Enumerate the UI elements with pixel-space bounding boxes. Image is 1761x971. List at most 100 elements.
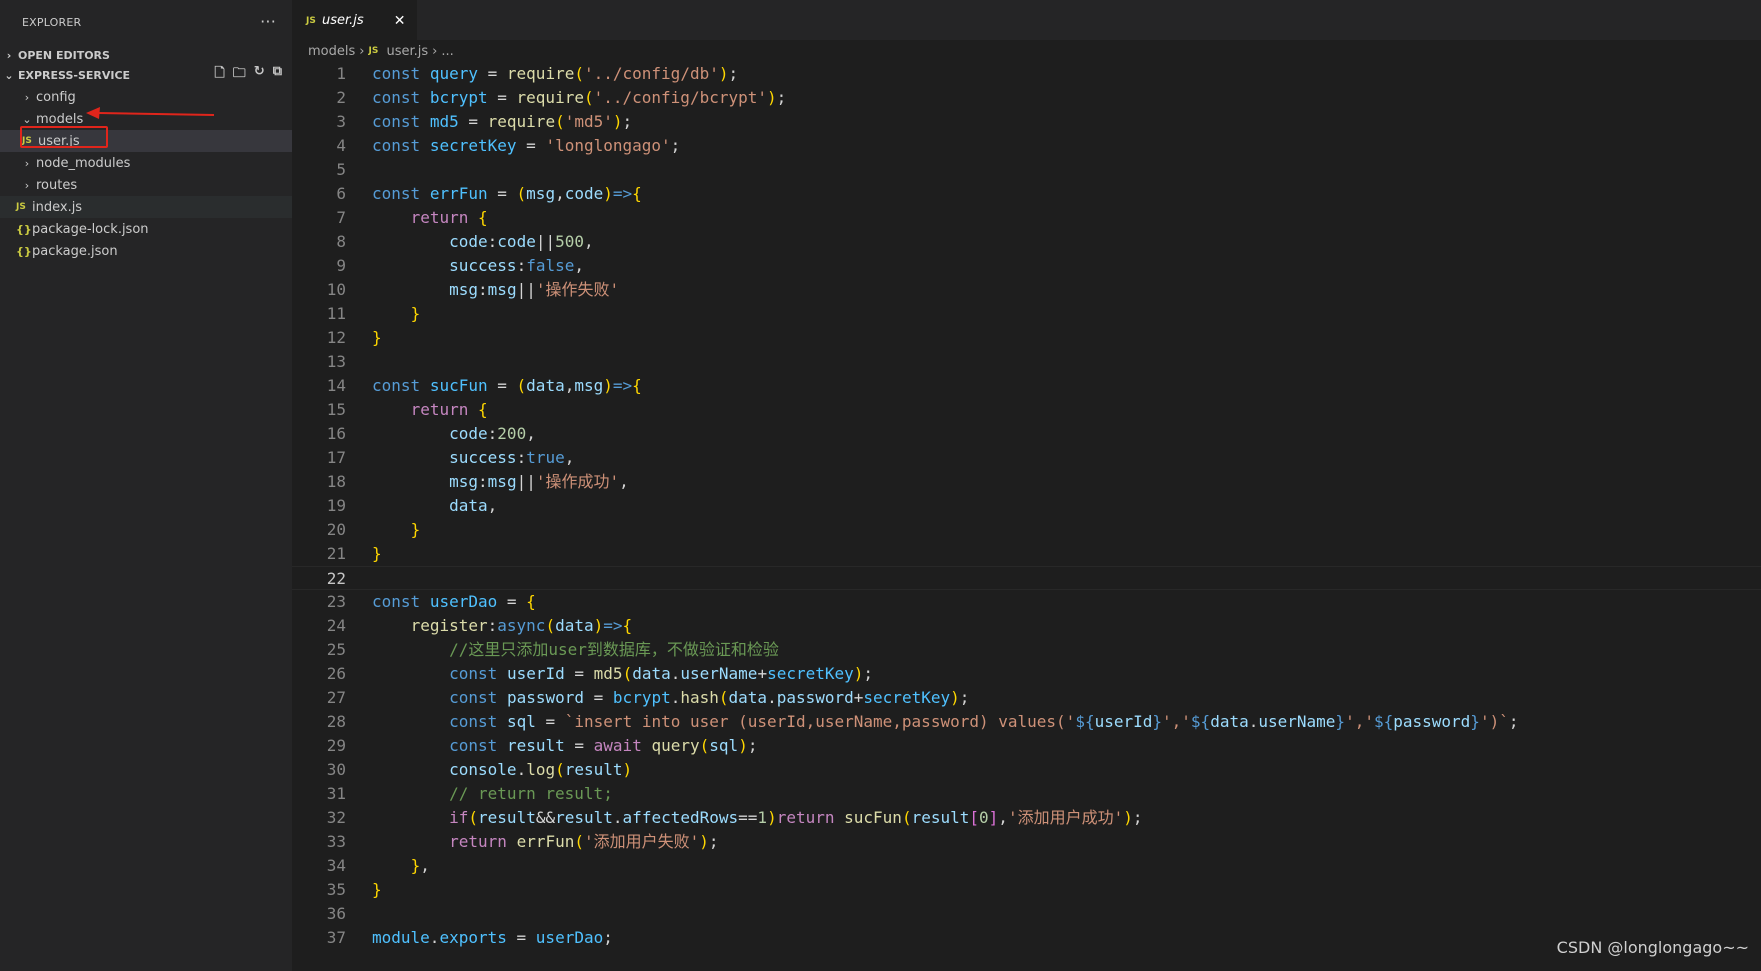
code-text: module.exports = userDao; <box>372 928 613 947</box>
line-number: 35 <box>326 880 346 899</box>
code-line[interactable]: 17 success:true, <box>292 446 1761 470</box>
tree-item[interactable]: JS index.js <box>0 196 292 218</box>
code-line[interactable]: 13 <box>292 350 1761 374</box>
code-text: success:false, <box>449 256 585 275</box>
tree-item[interactable]: › node_modules <box>0 152 292 174</box>
code-text: const secretKey = 'longlongago'; <box>372 136 681 155</box>
explorer-title: EXPLORER <box>22 15 82 29</box>
explorer-actions: 🗋 🗀 ↻ ⧉ <box>214 64 282 86</box>
code-line[interactable]: 11 } <box>292 302 1761 326</box>
project-section[interactable]: ⌄ EXPRESS-SERVICE 🗋 🗀 ↻ ⧉ <box>0 64 292 86</box>
code-line[interactable]: 23 const userDao = { <box>292 590 1761 614</box>
code-line[interactable]: 2 const bcrypt = require('../config/bcryp… <box>292 86 1761 110</box>
code-text: const userId = md5(data.userName+secretK… <box>449 664 874 683</box>
tree-item[interactable]: › routes <box>0 174 292 196</box>
line-number: 32 <box>326 808 346 827</box>
tree-item[interactable]: {} package.json <box>0 240 292 262</box>
line-number: 9 <box>336 256 346 275</box>
json-file-icon: {} <box>16 222 32 236</box>
code-text: const errFun = (msg,code)=>{ <box>372 184 642 203</box>
tab-label: user.js <box>322 13 364 28</box>
line-number: 3 <box>336 112 346 131</box>
line-number: 6 <box>336 184 346 203</box>
code-line[interactable]: 30 console.log(result) <box>292 758 1761 782</box>
tree-item-label: package.json <box>32 243 118 259</box>
line-number: 26 <box>326 664 346 683</box>
line-number: 18 <box>326 472 346 491</box>
breadcrumb-more[interactable]: ... <box>441 44 453 59</box>
code-text: const sql = `insert into user (userId,us… <box>449 712 1519 731</box>
line-number: 12 <box>326 328 346 347</box>
code-line[interactable]: 3 const md5 = require('md5'); <box>292 110 1761 134</box>
code-line[interactable]: 34 }, <box>292 854 1761 878</box>
code-line[interactable]: 1 const query = require('../config/db'); <box>292 62 1761 86</box>
code-text: } <box>410 304 421 323</box>
code-text: // return result; <box>449 784 613 803</box>
code-line[interactable]: 10 msg:msg||'操作失败' <box>292 278 1761 302</box>
code-text: data, <box>449 496 498 515</box>
line-number: 7 <box>336 208 346 227</box>
line-number: 17 <box>326 448 346 467</box>
code-text: code:code||500, <box>449 232 594 251</box>
tree-item-label: index.js <box>32 199 83 215</box>
breadcrumb-models[interactable]: models <box>308 44 355 59</box>
annotation-highlight-box <box>20 126 108 148</box>
tree-item-label: node_modules <box>36 155 131 171</box>
line-number: 25 <box>326 640 346 659</box>
code-text: } <box>372 328 382 347</box>
code-line[interactable]: 29 const result = await query(sql); <box>292 734 1761 758</box>
code-line[interactable]: 21} <box>292 542 1761 566</box>
code-line[interactable]: 5 <box>292 158 1761 182</box>
line-number: 27 <box>326 688 346 707</box>
code-line[interactable]: 9 success:false, <box>292 254 1761 278</box>
code-line[interactable]: 31 // return result; <box>292 782 1761 806</box>
code-line[interactable]: 27 const password = bcrypt.hash(data.pas… <box>292 686 1761 710</box>
code-line[interactable]: 22 <box>292 566 1761 590</box>
code-line[interactable]: 8 code:code||500, <box>292 230 1761 254</box>
code-line[interactable]: 36 <box>292 902 1761 926</box>
code-line[interactable]: 25 //这里只添加user到数据库，不做验证和检验 <box>292 638 1761 662</box>
watermark: CSDN @longlongago~~ <box>1556 938 1749 957</box>
line-number: 23 <box>326 592 346 611</box>
line-number: 22 <box>326 569 346 588</box>
code-line[interactable]: 15 return { <box>292 398 1761 422</box>
line-number: 11 <box>326 304 346 323</box>
code-text: msg:msg||'操作成功', <box>449 472 629 491</box>
code-line[interactable]: 19 data, <box>292 494 1761 518</box>
code-line[interactable]: 6 const errFun = (msg,code)=>{ <box>292 182 1761 206</box>
breadcrumb-separator: › <box>432 43 438 59</box>
tab-user-js[interactable]: JS user.js ✕ <box>292 0 418 40</box>
line-number: 15 <box>326 400 346 419</box>
close-icon[interactable]: ✕ <box>394 13 406 29</box>
refresh-icon[interactable]: ↻ <box>254 64 265 86</box>
code-line[interactable]: 28 const sql = `insert into user (userId… <box>292 710 1761 734</box>
code-line[interactable]: 33 return errFun('添加用户失败'); <box>292 830 1761 854</box>
breadcrumb-user-js[interactable]: user.js <box>386 44 428 59</box>
code-line[interactable]: 18 msg:msg||'操作成功', <box>292 470 1761 494</box>
code-line[interactable]: 20 } <box>292 518 1761 542</box>
code-text: console.log(result) <box>449 760 633 779</box>
code-line[interactable]: 14 const sucFun = (data,msg)=>{ <box>292 374 1761 398</box>
line-number: 24 <box>326 616 346 635</box>
code-line[interactable]: 32 if(result&&result.affectedRows==1)ret… <box>292 806 1761 830</box>
code-editor[interactable]: 1 const query = require('../config/db'); 2… <box>292 62 1761 950</box>
code-line[interactable]: 35} <box>292 878 1761 902</box>
new-file-icon[interactable]: 🗋 <box>214 64 224 86</box>
open-editors-section[interactable]: › OPEN EDITORS <box>0 44 292 66</box>
code-text: success:true, <box>449 448 575 467</box>
code-line[interactable]: 12} <box>292 326 1761 350</box>
code-line[interactable]: 24 register:async(data)=>{ <box>292 614 1761 638</box>
code-line[interactable]: 37 module.exports = userDao; <box>292 926 1761 950</box>
new-folder-icon[interactable]: 🗀 <box>233 64 246 86</box>
code-line[interactable]: 7 return { <box>292 206 1761 230</box>
more-actions-icon[interactable]: ··· <box>260 12 276 31</box>
code-line[interactable]: 16 code:200, <box>292 422 1761 446</box>
code-line[interactable]: 26 const userId = md5(data.userName+secr… <box>292 662 1761 686</box>
code-text: return { <box>410 400 488 419</box>
tree-item-label: config <box>36 89 76 105</box>
tree-item[interactable]: › config <box>0 86 292 108</box>
tree-item[interactable]: {} package-lock.json <box>0 218 292 240</box>
code-line[interactable]: 4 const secretKey = 'longlongago'; <box>292 134 1761 158</box>
project-label: EXPRESS-SERVICE <box>18 68 131 82</box>
collapse-all-icon[interactable]: ⧉ <box>273 64 282 86</box>
